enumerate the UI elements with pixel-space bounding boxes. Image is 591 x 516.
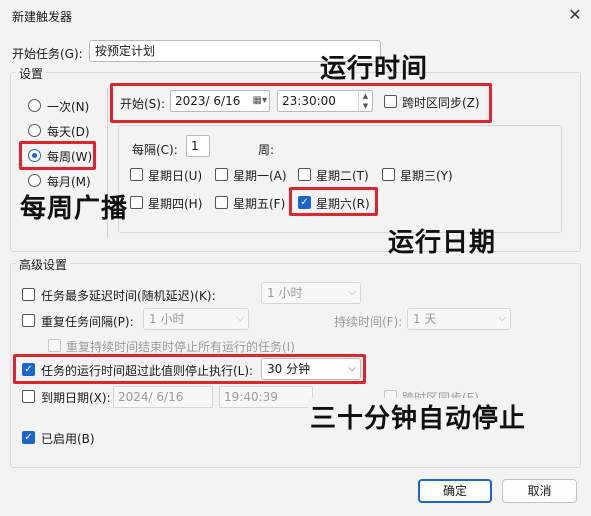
- enabled-checkbox[interactable]: ✓: [22, 431, 35, 444]
- every-weeks-value: 1: [191, 139, 199, 153]
- stop-if-value: 30 分钟: [267, 362, 311, 376]
- begin-task-value: 按预定计划: [95, 44, 156, 58]
- stop-all-checkbox[interactable]: [48, 339, 61, 352]
- radio-weekly-label: 每周(W): [47, 150, 93, 164]
- expire-date-picker[interactable]: 2024/ 6/16: [113, 386, 213, 408]
- duration-select[interactable]: 1 天 ⌵: [407, 308, 511, 330]
- sync-timezone-label: 跨时区同步(Z): [402, 96, 480, 110]
- delay-checkbox[interactable]: [22, 288, 35, 301]
- stop-if-select[interactable]: 30 分钟 ⌵: [261, 358, 361, 380]
- chevron-down-icon: ⌵: [236, 313, 244, 324]
- start-time-input[interactable]: 23:30:00 ▲ ▼: [277, 90, 373, 112]
- day-sunday-checkbox[interactable]: [130, 168, 143, 181]
- day-saturday-label: 星期六(R): [316, 197, 370, 211]
- cancel-button[interactable]: 取消: [502, 479, 577, 503]
- delay-select[interactable]: 1 小时 ⌵: [261, 282, 361, 304]
- repeat-select[interactable]: 1 小时 ⌵: [143, 308, 249, 330]
- annotation-weekly: 每周广播: [20, 194, 129, 224]
- day-wednesday-label: 星期三(Y): [400, 169, 453, 183]
- day-wednesday-checkbox[interactable]: [382, 168, 395, 181]
- duration-value: 1 天: [413, 312, 437, 326]
- every-label: 每隔(C):: [132, 143, 178, 157]
- start-label: 开始(S):: [120, 97, 166, 111]
- begin-task-label: 开始任务(G):: [12, 47, 83, 61]
- stop-all-label: 重复持续时间结束时停止所有运行的任务(I): [66, 340, 295, 354]
- annotation-run-time: 运行时间: [320, 54, 429, 84]
- stop-if-label: 任务的运行时间超过此值则停止执行(L):: [41, 364, 254, 378]
- every-weeks-input[interactable]: 1: [186, 135, 210, 157]
- enabled-label: 已启用(B): [41, 432, 95, 446]
- radio-once[interactable]: [28, 99, 41, 112]
- day-monday-label: 星期一(A): [233, 169, 287, 183]
- day-tuesday-label: 星期二(T): [316, 169, 369, 183]
- expire-time-input[interactable]: 19:40:39: [219, 386, 313, 408]
- radio-once-label: 一次(N): [47, 100, 90, 114]
- radio-weekly[interactable]: [28, 149, 41, 162]
- chevron-down-icon: ⌵: [498, 313, 506, 324]
- annotation-auto-stop: 三十分钟自动停止: [308, 398, 529, 435]
- stop-if-checkbox[interactable]: ✓: [22, 363, 35, 376]
- delay-value: 1 小时: [267, 286, 303, 300]
- start-date-value: 2023/ 6/16: [175, 94, 241, 108]
- repeat-label: 重复任务间隔(P):: [41, 315, 134, 329]
- start-date-picker[interactable]: 2023/ 6/16 ▦▾: [170, 90, 270, 112]
- radio-daily-label: 每天(D): [47, 125, 90, 139]
- start-time-value: 23:30:00: [282, 94, 336, 108]
- day-thursday-checkbox[interactable]: [130, 196, 143, 209]
- chevron-down-icon: ⌵: [348, 287, 356, 298]
- day-friday-label: 星期五(F): [233, 197, 286, 211]
- time-spinner-icon[interactable]: ▲ ▼: [358, 91, 372, 111]
- annotation-run-date: 运行日期: [388, 228, 497, 258]
- expire-date-value: 2024/ 6/16: [118, 390, 184, 404]
- expire-label: 到期日期(X):: [41, 391, 111, 405]
- day-tuesday-checkbox[interactable]: [298, 168, 311, 181]
- sync-timezone-checkbox[interactable]: [384, 95, 397, 108]
- day-saturday-checkbox[interactable]: ✓: [298, 196, 311, 209]
- day-monday-checkbox[interactable]: [215, 168, 228, 181]
- radio-monthly[interactable]: [28, 174, 41, 187]
- close-icon[interactable]: ✕: [566, 6, 584, 24]
- weeks-label: 周:: [258, 143, 275, 157]
- title-bar: [0, 0, 591, 32]
- day-thursday-label: 星期四(H): [148, 197, 203, 211]
- settings-group-label: 设置: [16, 65, 47, 82]
- ok-button[interactable]: 确定: [418, 479, 492, 503]
- expire-checkbox[interactable]: [22, 390, 35, 403]
- expire-time-value: 19:40:39: [224, 390, 278, 404]
- advanced-group-label: 高级设置: [16, 256, 71, 273]
- radio-daily[interactable]: [28, 124, 41, 137]
- repeat-checkbox[interactable]: [22, 314, 35, 327]
- repeat-value: 1 小时: [149, 312, 185, 326]
- calendar-dropdown-icon[interactable]: ▦▾: [253, 91, 267, 111]
- day-sunday-label: 星期日(U): [148, 169, 203, 183]
- day-friday-checkbox[interactable]: [215, 196, 228, 209]
- chevron-down-icon: ⌵: [348, 363, 356, 374]
- duration-label: 持续时间(F):: [334, 315, 403, 329]
- delay-label: 任务最多延迟时间(随机延迟)(K):: [41, 289, 216, 303]
- window-title: 新建触发器: [12, 10, 73, 24]
